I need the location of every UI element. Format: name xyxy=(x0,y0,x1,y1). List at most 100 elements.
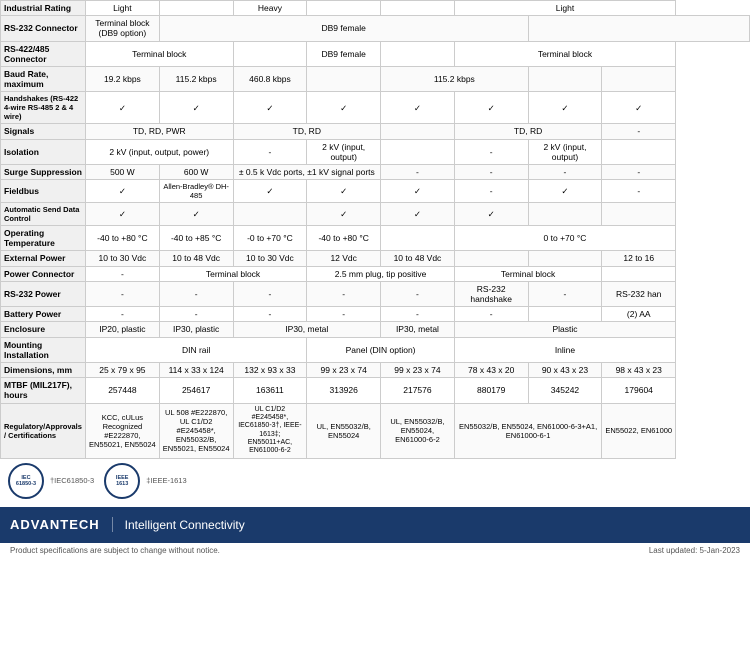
table-cell: ✓ xyxy=(159,203,233,226)
table-cell: 12 to 16 xyxy=(602,251,676,266)
table-cell: - xyxy=(381,164,455,179)
table-cell: ✓ xyxy=(307,203,381,226)
table-cell: 163611 xyxy=(233,378,307,403)
table-cell: (2) AA xyxy=(602,307,676,322)
table-cell: TD, RD xyxy=(454,124,602,139)
table-cell: ✓ xyxy=(86,92,160,124)
table-cell xyxy=(602,66,676,91)
specifications-table: Industrial Rating Light Heavy Light RS-2… xyxy=(0,0,750,459)
table-cell: - xyxy=(159,281,233,306)
cert-label-ieee1613: ‡IEEE-1613 xyxy=(146,476,186,485)
table-cell: 880179 xyxy=(454,378,528,403)
table-row: MTBF (MIL217F), hours 257448 254617 1636… xyxy=(1,378,750,403)
table-row: External Power 10 to 30 Vdc 10 to 48 Vdc… xyxy=(1,251,750,266)
table-cell xyxy=(307,66,381,91)
table-cell: ✓ xyxy=(86,203,160,226)
table-cell: ✓ xyxy=(602,92,676,124)
row-label: Regulatory/Approvals/ Certifications xyxy=(1,403,86,458)
table-cell: ✓ xyxy=(233,180,307,203)
table-cell xyxy=(602,203,676,226)
table-cell xyxy=(233,41,307,66)
table-cell: UL, EN55032/B, EN55024, EN61000-6-2 xyxy=(381,403,455,458)
table-cell: ✓ xyxy=(307,180,381,203)
table-cell: 115.2 kbps xyxy=(159,66,233,91)
table-cell: DB9 female xyxy=(307,41,381,66)
table-cell: - xyxy=(86,307,160,322)
table-row: Operating Temperature -40 to +80 °C -40 … xyxy=(1,226,750,251)
table-cell: Allen-Bradley® DH-485 xyxy=(159,180,233,203)
table-cell: Panel (DIN option) xyxy=(307,337,455,362)
table-cell xyxy=(381,1,455,16)
footer-bottom: Product specifications are subject to ch… xyxy=(0,543,750,558)
table-cell: 313926 xyxy=(307,378,381,403)
table-cell: 19.2 kbps xyxy=(86,66,160,91)
table-cell: TD, RD xyxy=(233,124,381,139)
table-cell: Terminal block xyxy=(86,41,234,66)
table-cell: 345242 xyxy=(528,378,602,403)
table-cell: IP20, plastic xyxy=(86,322,160,337)
row-label: Operating Temperature xyxy=(1,226,86,251)
cert-label-iec61850: †IEC61850-3 xyxy=(50,476,94,485)
table-cell: 179604 xyxy=(602,378,676,403)
row-label: Baud Rate, maximum xyxy=(1,66,86,91)
table-row: Industrial Rating Light Heavy Light xyxy=(1,1,750,16)
row-label: Handshakes (RS-422 4-wire RS-485 2 & 4 w… xyxy=(1,92,86,124)
table-cell xyxy=(528,203,602,226)
table-cell: -40 to +80 °C xyxy=(307,226,381,251)
table-cell: ✓ xyxy=(454,203,528,226)
table-cell: - xyxy=(381,307,455,322)
table-cell: DIN rail xyxy=(86,337,307,362)
table-row: RS-232 Power - - - - - RS-232 handshake … xyxy=(1,281,750,306)
table-cell: - xyxy=(159,307,233,322)
row-label: Fieldbus xyxy=(1,180,86,203)
table-cell: 217576 xyxy=(381,378,455,403)
table-cell: 0 to +70 °C xyxy=(454,226,675,251)
certification-row: IEC 61850-3 †IEC61850-3 IEEE 1613 ‡IEEE-… xyxy=(0,459,750,503)
table-cell xyxy=(233,203,307,226)
table-row: Handshakes (RS-422 4-wire RS-485 2 & 4 w… xyxy=(1,92,750,124)
row-label: Power Connector xyxy=(1,266,86,281)
table-cell: 12 Vdc xyxy=(307,251,381,266)
table-cell: 2 kV (input, output) xyxy=(528,139,602,164)
table-row: Dimensions, mm 25 x 79 x 95 114 x 33 x 1… xyxy=(1,362,750,377)
table-cell: ✓ xyxy=(307,92,381,124)
table-cell: ✓ xyxy=(381,180,455,203)
table-cell: Terminal block (DB9 option) xyxy=(86,16,160,41)
table-cell: - xyxy=(86,266,160,281)
table-cell: - xyxy=(602,124,676,139)
row-label: RS-232 Power xyxy=(1,281,86,306)
table-cell: Light xyxy=(454,1,675,16)
table-cell: UL C1/D2 #E245458*, IEC61850-3†, IEEE-16… xyxy=(233,403,307,458)
table-cell: 10 to 30 Vdc xyxy=(86,251,160,266)
table-cell xyxy=(381,139,455,164)
table-cell: - xyxy=(233,307,307,322)
table-cell: RS-232 han xyxy=(602,281,676,306)
table-cell xyxy=(528,307,602,322)
table-cell: 500 W xyxy=(86,164,160,179)
spec-table-container: Industrial Rating Light Heavy Light RS-2… xyxy=(0,0,750,459)
table-cell: IP30, plastic xyxy=(159,322,233,337)
table-cell: IP30, metal xyxy=(233,322,381,337)
table-cell: 10 to 30 Vdc xyxy=(233,251,307,266)
table-cell: 460.8 kbps xyxy=(233,66,307,91)
table-row: Battery Power - - - - - - (2) AA xyxy=(1,307,750,322)
disclaimer-text: Product specifications are subject to ch… xyxy=(10,546,220,555)
footer-tagline: Intelligent Connectivity xyxy=(125,518,245,532)
row-label: RS-232 Connector xyxy=(1,16,86,41)
table-row: Mounting Installation DIN rail Panel (DI… xyxy=(1,337,750,362)
table-cell: ✓ xyxy=(454,92,528,124)
table-row: Surge Suppression 500 W 600 W ± 0.5 k Vd… xyxy=(1,164,750,179)
row-label: External Power xyxy=(1,251,86,266)
table-cell: UL 508 #E222870, UL C1/D2 #E245458*, EN5… xyxy=(159,403,233,458)
table-row: Enclosure IP20, plastic IP30, plastic IP… xyxy=(1,322,750,337)
table-cell: - xyxy=(307,307,381,322)
table-cell: - xyxy=(528,164,602,179)
table-cell xyxy=(307,1,381,16)
table-cell: Heavy xyxy=(233,1,307,16)
brand-name: ADVANTECH xyxy=(10,517,113,532)
row-label: Dimensions, mm xyxy=(1,362,86,377)
table-cell: EN55022, EN61000 xyxy=(602,403,676,458)
table-cell: IP30, metal xyxy=(381,322,455,337)
table-cell: 98 x 43 x 23 xyxy=(602,362,676,377)
table-cell: ✓ xyxy=(233,92,307,124)
